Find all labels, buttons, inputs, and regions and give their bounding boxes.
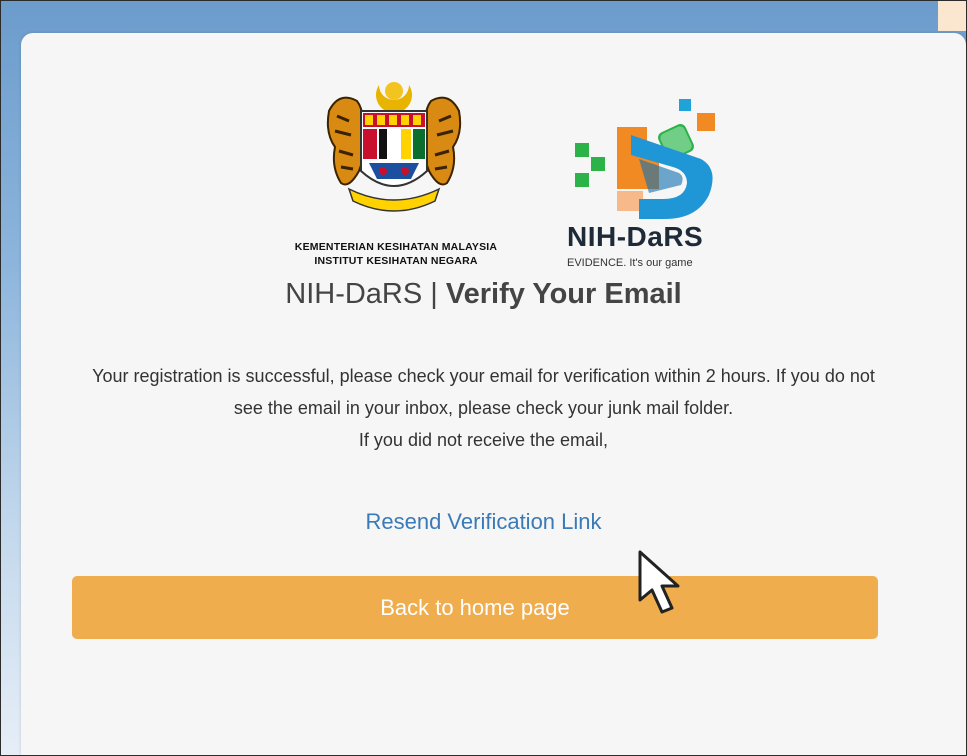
page-title: NIH-DaRS | Verify Your Email <box>21 278 946 311</box>
verify-email-card: KEMENTERIAN KESIHATAN MALAYSIA INSTITUT … <box>21 33 966 755</box>
header-logos: KEMENTERIAN KESIHATAN MALAYSIA INSTITUT … <box>261 71 741 281</box>
corner-accent <box>938 1 966 31</box>
institute-name: INSTITUT KESIHATAN NEGARA <box>314 255 478 267</box>
dars-mark-icon <box>575 99 715 219</box>
mouse-cursor-icon <box>638 550 680 614</box>
message-line2: If you did not receive the email, <box>358 430 609 450</box>
message-line1: Your registration is successful, please … <box>92 366 875 418</box>
verification-message: Your registration is successful, please … <box>81 360 886 456</box>
nih-dars-logo: NIH-DaRS EVIDENCE. It's our game <box>561 99 741 281</box>
page-title-prefix: NIH-DaRS | <box>285 278 446 310</box>
coat-of-arms-icon <box>326 82 462 212</box>
resend-verification-link[interactable]: Resend Verification Link <box>21 509 946 535</box>
back-home-button[interactable]: Back to home page <box>72 576 878 639</box>
browser-window: KEMENTERIAN KESIHATAN MALAYSIA INSTITUT … <box>0 0 967 756</box>
page-title-bold: Verify Your Email <box>445 278 682 310</box>
moh-name: KEMENTERIAN KESIHATAN MALAYSIA <box>294 241 498 253</box>
moh-logo: KEMENTERIAN KESIHATAN MALAYSIA INSTITUT … <box>261 71 531 281</box>
brand-tagline: EVIDENCE. It's our game <box>567 257 693 269</box>
brand-name: NIH-DaRS <box>567 221 704 252</box>
